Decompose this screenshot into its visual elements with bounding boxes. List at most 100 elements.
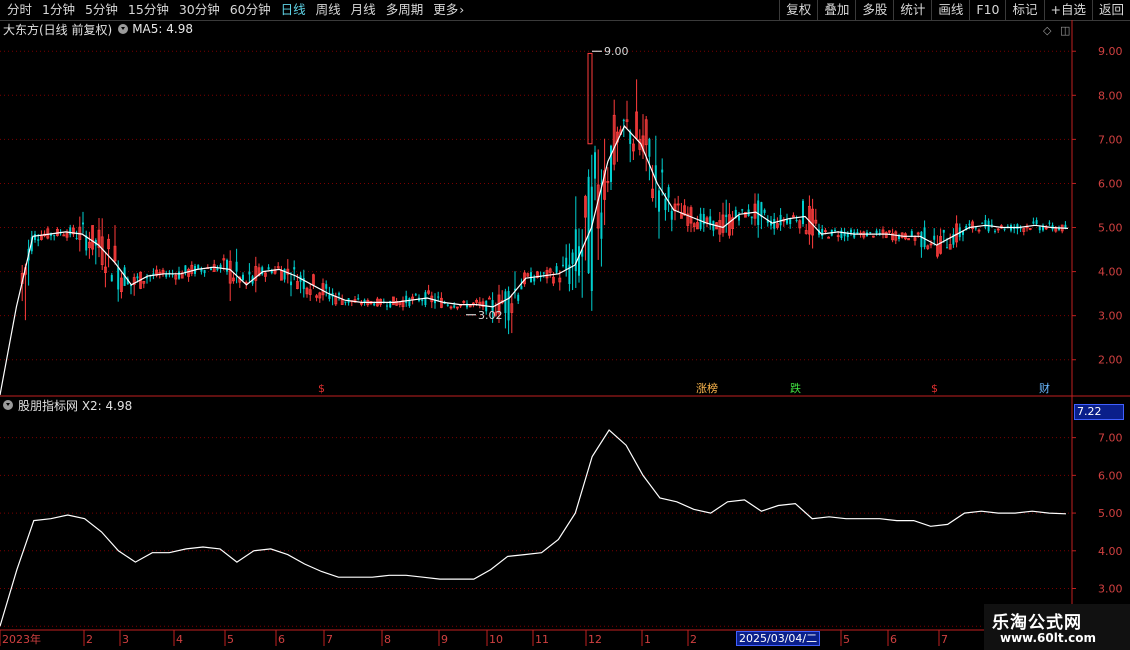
candle-body xyxy=(405,295,408,304)
x-axis-label: 6 xyxy=(278,633,285,646)
candle-body xyxy=(1003,228,1006,230)
candle-body xyxy=(507,290,510,321)
candle-body xyxy=(571,252,574,264)
candle-body xyxy=(946,247,948,249)
candle-body xyxy=(1032,221,1035,224)
y-tick-label: 5.00 xyxy=(1098,222,1123,235)
candle-body xyxy=(328,294,331,299)
x-axis-label: 12 xyxy=(588,633,602,646)
x-axis-label: 3 xyxy=(122,633,129,646)
candle-body xyxy=(453,305,456,308)
candle-body xyxy=(386,305,388,307)
candle-body xyxy=(344,301,347,303)
candle-body xyxy=(600,212,603,239)
candle-body xyxy=(789,218,792,225)
candle-body xyxy=(69,227,72,235)
candle-body xyxy=(338,293,340,295)
cursor-date: 2025/03/04/二 xyxy=(736,631,821,646)
candle-body xyxy=(834,229,836,231)
candle-body xyxy=(565,257,568,270)
candle-body xyxy=(437,296,440,298)
x-axis-label: 6 xyxy=(890,633,897,646)
candle-body xyxy=(795,220,798,222)
candle-body xyxy=(667,187,670,198)
candle-body xyxy=(846,233,849,238)
x-axis-label: 2023年 xyxy=(2,632,41,646)
x-axis-label: 4 xyxy=(176,633,183,646)
candle-body xyxy=(242,274,244,280)
candle-body xyxy=(1013,228,1016,230)
diamond-icon[interactable]: ◇ xyxy=(1043,24,1051,37)
event-marker[interactable]: 跌 xyxy=(790,382,801,395)
candle-body xyxy=(82,222,84,225)
candle-body xyxy=(53,235,56,237)
candle-body xyxy=(203,270,206,274)
candle-body xyxy=(1016,224,1019,229)
y-tick-label: 7.00 xyxy=(1098,432,1123,445)
candle-body xyxy=(248,271,251,275)
dropdown-icon[interactable] xyxy=(118,24,129,34)
candle-body xyxy=(869,232,872,234)
y-tick-label: 2.00 xyxy=(1098,354,1123,367)
candle-body xyxy=(1048,222,1051,224)
watermark-url: www.60lt.com xyxy=(1000,631,1097,645)
candle-body xyxy=(741,209,744,211)
candle-body xyxy=(178,271,180,279)
candle-body xyxy=(587,52,593,145)
candle-body xyxy=(446,304,449,306)
x-axis-label: 2 xyxy=(86,633,93,646)
candle-body xyxy=(562,264,564,266)
indicator-current-value: 7.22 xyxy=(1074,404,1124,420)
x-axis-label: 9 xyxy=(441,633,448,646)
candle-body xyxy=(533,277,536,282)
stock-title: 大东方(日线 前复权) xyxy=(3,22,113,37)
event-marker[interactable]: 财 xyxy=(1039,382,1050,395)
candle-body xyxy=(587,176,590,274)
high-label: 9.00 xyxy=(604,45,629,58)
x-axis-label: 11 xyxy=(535,633,549,646)
candle-body xyxy=(763,209,766,213)
candle-body xyxy=(520,286,523,290)
candle-body xyxy=(750,216,753,219)
candle-body xyxy=(197,264,200,269)
y-tick-label: 4.00 xyxy=(1098,545,1123,558)
y-tick-label: 5.00 xyxy=(1098,507,1123,520)
ma5-line xyxy=(0,125,1069,396)
candle-body xyxy=(517,294,520,301)
candle-body xyxy=(974,227,977,229)
y-tick-label: 3.00 xyxy=(1098,583,1123,596)
candle-body xyxy=(594,152,596,179)
dropdown-icon[interactable] xyxy=(3,400,13,410)
candle-body xyxy=(184,265,187,273)
candle-body xyxy=(968,223,971,226)
candle-body xyxy=(542,272,545,274)
candle-body xyxy=(910,231,913,237)
event-marker[interactable]: $ xyxy=(318,382,325,395)
candle-body xyxy=(738,215,740,221)
candle-body xyxy=(773,218,776,229)
panel-toggle-icon[interactable]: ◫ xyxy=(1060,24,1070,37)
event-marker[interactable]: 涨榜 xyxy=(696,382,718,395)
candle-body xyxy=(110,275,113,282)
y-tick-label: 4.00 xyxy=(1098,266,1123,279)
candle-body xyxy=(658,190,660,212)
x-axis-label: 5 xyxy=(843,633,850,646)
candle-body xyxy=(821,228,824,236)
candle-body xyxy=(226,259,228,272)
main-chart-title-bar: 大东方(日线 前复权) MA5: 4.98 xyxy=(3,21,193,37)
candle-body xyxy=(622,119,625,122)
candle-body xyxy=(1035,220,1038,224)
candle-body xyxy=(578,246,580,276)
candle-body xyxy=(725,214,728,218)
candle-body xyxy=(853,232,856,238)
y-tick-label: 8.00 xyxy=(1098,89,1123,102)
candle-body xyxy=(923,227,926,248)
y-tick-label: 6.00 xyxy=(1098,469,1123,482)
candle-body xyxy=(610,145,612,182)
candle-body xyxy=(840,230,843,239)
event-marker[interactable]: $ xyxy=(931,382,938,395)
candle-body xyxy=(661,169,664,173)
kline-chart[interactable]: 9.00 8.00 7.00 6.00 5.00 4.00 3.00 2.00 7.00 6.00… xyxy=(0,0,1130,650)
candle-body xyxy=(357,298,360,300)
y-tick-label: 7.00 xyxy=(1098,133,1123,146)
